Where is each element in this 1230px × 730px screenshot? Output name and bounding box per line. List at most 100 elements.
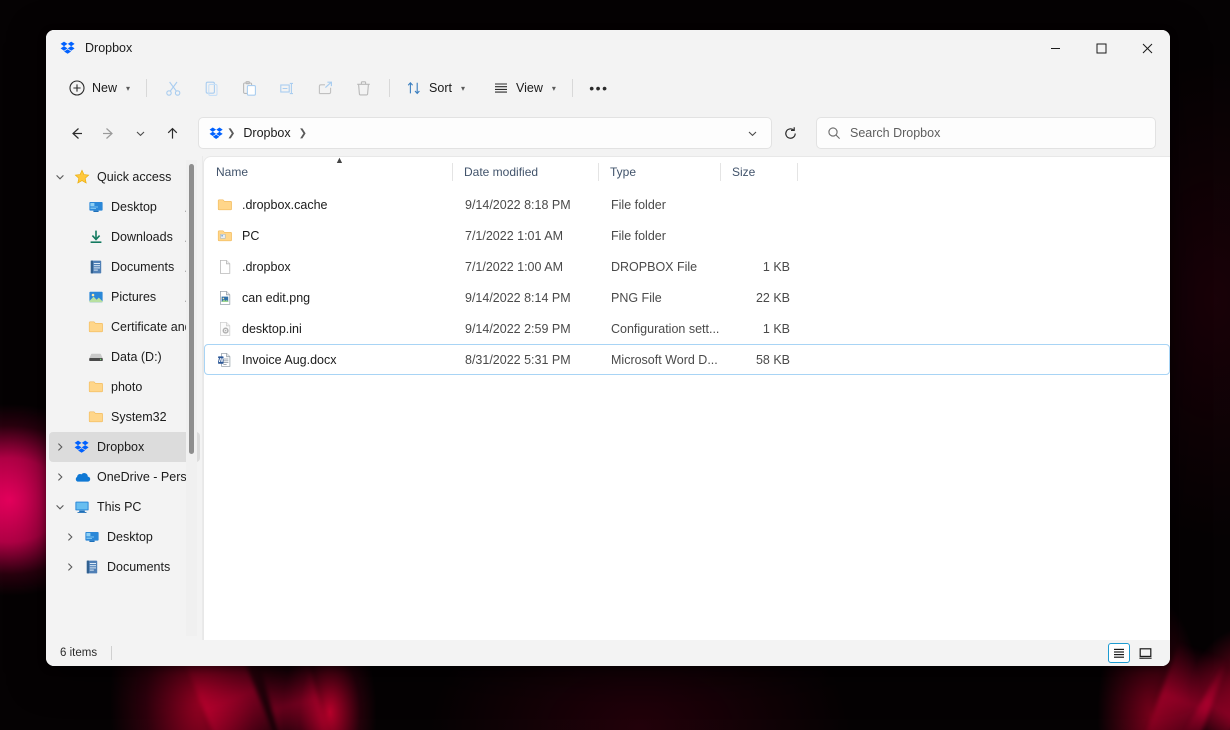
view-button[interactable]: View ▾ <box>484 72 565 104</box>
sidebar-item-desktop[interactable]: Desktop <box>49 522 200 552</box>
sidebar-item-certificate-and[interactable]: Certificate and <box>49 312 200 342</box>
blank-file-icon <box>217 259 233 275</box>
recent-locations-button[interactable] <box>124 117 156 149</box>
paste-icon[interactable] <box>230 72 268 104</box>
large-icons-view-icon[interactable] <box>1134 643 1156 663</box>
sidebar-item-onedrive-perso[interactable]: OneDrive - Perso <box>49 462 200 492</box>
sidebar-item-dropbox[interactable]: Dropbox <box>49 432 200 462</box>
refresh-button[interactable] <box>774 117 806 149</box>
table-row[interactable]: .dropbox.cache 9/14/2022 8:18 PM File fold… <box>204 189 1170 220</box>
more-options-label: ••• <box>589 80 609 96</box>
sidebar-item-label: OneDrive - Perso <box>97 470 194 484</box>
file-list-pane: Name ▲ Date modified Type Size .dropbox.… <box>203 155 1170 640</box>
file-name-cell: .dropbox.cache <box>205 197 453 213</box>
chevron-right-icon[interactable] <box>49 472 71 482</box>
title-bar-left: Dropbox <box>46 40 132 56</box>
chevron-down-icon[interactable] <box>49 172 71 182</box>
file-name-cell: W Invoice Aug.docx <box>205 352 453 368</box>
column-header-spacer <box>797 157 1170 187</box>
sidebar-item-pictures[interactable]: Pictures <box>49 282 200 312</box>
copy-icon[interactable] <box>192 72 230 104</box>
minimize-button[interactable] <box>1032 30 1078 66</box>
file-name-label: .dropbox <box>242 259 291 274</box>
navigation-tree: Quick access Desktop Downloads Documents Pic… <box>46 162 203 582</box>
file-explorer-window: Dropbox New ▾ Sort ▾ View ▾ ••• ❯ Dropbo… <box>46 30 1170 666</box>
sidebar-item-label: System32 <box>111 410 167 424</box>
table-row[interactable]: PC 7/1/2022 1:01 AM File folder <box>204 220 1170 251</box>
chevron-right-icon[interactable] <box>49 442 71 452</box>
file-type-cell: File folder <box>611 197 666 212</box>
share-icon[interactable] <box>306 72 344 104</box>
maximize-button[interactable] <box>1078 30 1124 66</box>
breadcrumb-separator[interactable]: ❯ <box>299 128 307 139</box>
new-button[interactable]: New ▾ <box>60 72 139 104</box>
sidebar-item-label: photo <box>111 380 143 394</box>
column-header-size-label: Size <box>732 165 756 179</box>
column-header-date-modified[interactable]: Date modified <box>452 157 598 187</box>
folder-icon <box>85 379 107 395</box>
chevron-down-icon: ▾ <box>551 83 556 93</box>
sidebar-item-desktop[interactable]: Desktop <box>49 192 200 222</box>
back-button[interactable] <box>60 117 92 149</box>
onedrive-icon <box>71 469 93 486</box>
title-bar: Dropbox <box>46 30 1170 66</box>
address-bar-actions <box>737 119 767 147</box>
sidebar-item-documents[interactable]: Documents <box>49 552 200 582</box>
delete-icon[interactable] <box>344 72 382 104</box>
sidebar-item-label: Pictures <box>111 290 157 304</box>
column-header-type-label: Type <box>610 165 637 179</box>
sidebar-scrollbar-thumb[interactable] <box>189 164 194 454</box>
chevron-right-icon[interactable] <box>59 562 81 572</box>
rename-icon[interactable] <box>268 72 306 104</box>
file-name-cell: .dropbox <box>205 259 453 275</box>
chevron-down-icon: ▾ <box>460 83 465 93</box>
status-divider <box>111 646 113 660</box>
sidebar-item-downloads[interactable]: Downloads <box>49 222 200 252</box>
sidebar-item-system32[interactable]: System32 <box>49 402 200 432</box>
up-button[interactable] <box>156 117 188 149</box>
sidebar-item-documents[interactable]: Documents <box>49 252 200 282</box>
breadcrumb-separator: ❯ <box>227 127 236 139</box>
column-header-type[interactable]: Type <box>598 157 720 187</box>
column-header-name[interactable]: Name ▲ <box>204 155 452 187</box>
file-name-cell: PC <box>205 228 453 244</box>
sidebar-item-label: Desktop <box>111 200 157 214</box>
search-icon <box>827 126 841 140</box>
breadcrumb-item-dropbox[interactable]: Dropbox <box>239 124 294 142</box>
table-row[interactable]: .dropbox 7/1/2022 1:00 AM DROPBOX File 1 KB <box>204 251 1170 282</box>
sidebar-divider <box>202 156 203 640</box>
close-button[interactable] <box>1124 30 1170 66</box>
sidebar-item-this-pc[interactable]: This PC <box>49 492 200 522</box>
details-view-icon[interactable] <box>1108 643 1130 663</box>
file-type-cell: Microsoft Word D... <box>611 352 718 367</box>
window-body: Quick access Desktop Downloads Documents Pic… <box>46 155 1170 640</box>
sidebar-item-data-d[interactable]: Data (D:) <box>49 342 200 372</box>
folder-icon <box>85 319 107 335</box>
table-row[interactable]: can edit.png 9/14/2022 8:14 PM PNG File 22 … <box>204 282 1170 313</box>
toolbar-divider <box>146 79 148 97</box>
sidebar-item-label: Documents <box>107 560 171 574</box>
sidebar-item-quick-access[interactable]: Quick access <box>49 162 200 192</box>
address-dropdown-button[interactable] <box>737 119 767 147</box>
cut-icon[interactable] <box>154 72 192 104</box>
column-header-size[interactable]: Size <box>720 157 797 187</box>
file-size-cell: 58 KB <box>755 352 790 367</box>
sidebar-item-label: Data (D:) <box>111 350 162 364</box>
address-bar[interactable]: ❯ Dropbox ❯ <box>198 117 772 149</box>
chevron-right-icon[interactable] <box>59 532 81 542</box>
table-row[interactable]: desktop.ini 9/14/2022 2:59 PM Configuratio… <box>204 313 1170 344</box>
sidebar-item-label: Documents <box>111 260 175 274</box>
status-bar: 6 items <box>46 640 1170 666</box>
file-name-cell: can edit.png <box>205 290 453 306</box>
sidebar-item-photo[interactable]: photo <box>49 372 200 402</box>
chevron-down-icon[interactable] <box>49 502 71 512</box>
column-header-date-label: Date modified <box>464 165 539 179</box>
file-size-cell: 1 KB <box>762 259 790 274</box>
more-options-button[interactable]: ••• <box>580 72 618 104</box>
sort-button[interactable]: Sort ▾ <box>397 72 474 104</box>
table-row[interactable]: W Invoice Aug.docx 8/31/2022 5:31 PM Micros… <box>204 344 1170 375</box>
window-controls <box>1032 30 1170 66</box>
search-input[interactable]: Search Dropbox <box>816 117 1156 149</box>
forward-button[interactable] <box>92 117 124 149</box>
column-headers: Name ▲ Date modified Type Size <box>204 155 1170 187</box>
